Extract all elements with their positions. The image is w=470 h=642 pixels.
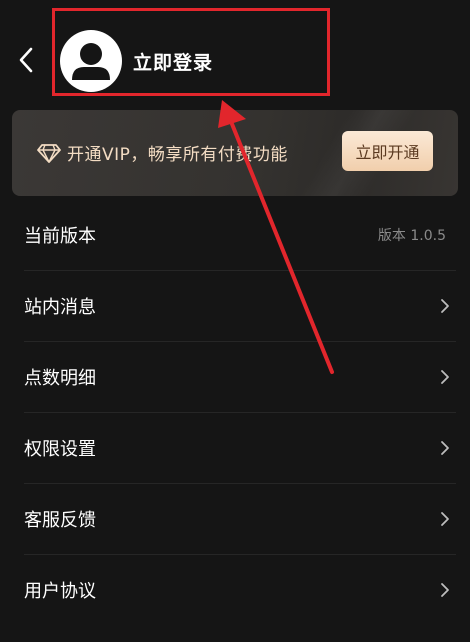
menu-item-messages[interactable]: 站内消息 xyxy=(0,271,470,342)
chevron-right-icon xyxy=(441,441,449,455)
diamond-icon xyxy=(37,144,61,163)
chevron-right-icon xyxy=(441,583,449,597)
version-value: 版本 1.0.5 xyxy=(377,228,446,244)
menu-item-points[interactable]: 点数明细 xyxy=(0,342,470,413)
menu-item-feedback[interactable]: 客服反馈 xyxy=(0,484,470,555)
chevron-right-icon xyxy=(441,370,449,384)
menu-item-permissions[interactable]: 权限设置 xyxy=(0,413,470,484)
menu-item-agreement[interactable]: 用户协议 xyxy=(0,555,470,626)
menu-item-label: 客服反馈 xyxy=(24,510,96,531)
back-button[interactable] xyxy=(12,44,40,76)
highlight-box xyxy=(52,8,330,96)
menu-item-label: 点数明细 xyxy=(24,368,96,389)
menu-item-label: 站内消息 xyxy=(24,297,96,318)
chevron-right-icon xyxy=(441,512,449,526)
back-icon xyxy=(19,47,33,73)
open-vip-button[interactable]: 立即开通 xyxy=(342,131,433,171)
chevron-right-icon xyxy=(441,299,449,313)
header: 立即登录 xyxy=(0,0,470,105)
settings-menu: 当前版本 版本 1.0.5 站内消息 点数明细 权限设置 客服反馈 用户协议 xyxy=(0,200,470,626)
menu-item-label: 当前版本 xyxy=(24,226,96,247)
vip-promo-text: 开通VIP，畅享所有付费功能 xyxy=(67,145,288,165)
menu-item-label: 用户协议 xyxy=(24,581,96,602)
vip-banner[interactable]: 开通VIP，畅享所有付费功能 立即开通 xyxy=(12,110,458,196)
menu-item-version[interactable]: 当前版本 版本 1.0.5 xyxy=(0,200,470,271)
menu-item-label: 权限设置 xyxy=(24,439,96,460)
